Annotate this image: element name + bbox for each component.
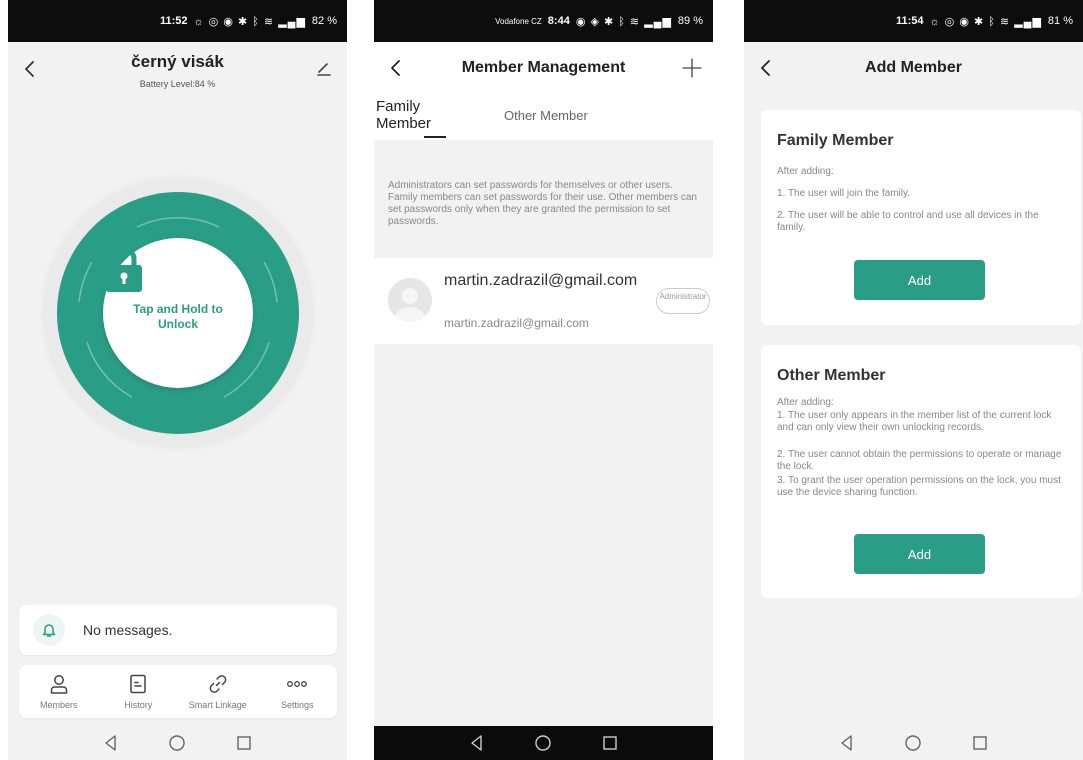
status-carrier: Vodafone CZ <box>495 16 542 26</box>
add-member-plus-icon[interactable] <box>681 57 703 79</box>
active-tab-indicator <box>424 136 446 138</box>
tab-history-label: History <box>124 700 153 710</box>
person-icon <box>50 675 67 694</box>
bell-icon <box>42 624 56 637</box>
nav-back-icon[interactable] <box>100 732 122 754</box>
status-battery: 89 % <box>677 15 703 27</box>
status-time: 11:52 <box>160 15 188 27</box>
member-management-header: Member Management <box>374 42 713 94</box>
member-tabs: Family Member Other Member <box>374 94 713 142</box>
status-time: 11:54 <box>896 15 924 27</box>
member-name: martin.zadrazil@gmail.com <box>444 272 638 289</box>
status-bar: 11:52 ☼ ◎ ◉ ✱ ᛒ ≋ ▂▄▆ 82 % <box>8 0 347 42</box>
bell-icon-wrap <box>33 614 65 646</box>
other-member-card: Other Member After adding: 1. The user o… <box>761 345 1081 598</box>
nav-home-icon[interactable] <box>166 732 188 754</box>
page-title: Add Member <box>865 59 962 76</box>
tab-members-label: Members <box>39 700 78 710</box>
link-icon <box>209 675 227 693</box>
add-family-member-button[interactable]: Add <box>854 260 985 300</box>
other-rule-2: 2. The user cannot obtain the permission… <box>777 449 1062 472</box>
avatar-placeholder-icon <box>388 278 432 322</box>
tab-other-member[interactable]: Other Member <box>504 108 588 123</box>
family-rule-2: 2. The user will be able to control and … <box>777 210 1039 233</box>
role-badge: Administrator <box>656 288 710 314</box>
other-after-adding: After adding: <box>777 397 834 408</box>
android-nav-bar <box>744 726 1083 760</box>
nav-home-icon[interactable] <box>902 732 924 754</box>
add-member-panel: 11:54 ☼ ◎ ◉ ✱ ᛒ ≋ ▂▄▆ 81 % Add Member Fa… <box>744 0 1083 760</box>
more-icon <box>287 681 308 687</box>
status-battery: 81 % <box>1047 15 1073 27</box>
member-list-item[interactable]: martin.zadrazil@gmail.com martin.zadrazi… <box>374 258 713 344</box>
unlock-button[interactable]: Tap and Hold to Unlock <box>103 238 253 388</box>
status-battery: 82 % <box>311 15 337 27</box>
tab-history[interactable]: History <box>99 665 179 718</box>
tab-settings-label: Settings <box>280 700 314 710</box>
add-other-member-button[interactable]: Add <box>854 534 985 574</box>
other-member-title: Other Member <box>777 367 886 384</box>
page-title: Member Management <box>461 59 626 76</box>
lock-header: černý visák Battery Level:84 % <box>8 42 347 102</box>
android-nav-bar <box>374 726 713 760</box>
battery-level: Battery Level:84 % <box>139 79 216 89</box>
bottom-tab-bar: Members History Smart Linkage Settings <box>19 665 337 718</box>
other-rule-3: 3. To grant the user operation permissio… <box>777 475 1061 498</box>
member-email: martin.zadrazil@gmail.com <box>444 316 589 330</box>
nav-home-icon[interactable] <box>532 732 554 754</box>
unlock-button-outer[interactable]: Tap and Hold to Unlock <box>43 178 313 448</box>
tab-family-member[interactable]: Family Member <box>376 98 446 132</box>
member-management-panel: Vodafone CZ 8:44 ◉ ◈ ✱ ᛒ ≋ ▂▄▆ 89 % Memb… <box>374 0 713 760</box>
status-time: 8:44 <box>547 15 570 27</box>
nav-back-icon[interactable] <box>466 732 488 754</box>
padlock-icon <box>106 246 142 292</box>
unlock-label: Tap and Hold to Unlock <box>133 302 223 331</box>
add-member-header: Add Member <box>744 42 1083 94</box>
family-rule-1: 1. The user will join the family. <box>777 188 911 199</box>
nav-recents-icon[interactable] <box>969 732 991 754</box>
edit-pencil-icon[interactable] <box>315 59 333 77</box>
status-icons: ☼ ◎ ◉ ✱ ᛒ ≋ ▂▄▆ <box>193 15 306 28</box>
tab-smart-linkage-label: Smart Linkage <box>188 700 247 710</box>
tab-members[interactable]: Members <box>19 665 99 718</box>
family-member-title: Family Member <box>777 132 894 149</box>
lock-screen-panel: 11:52 ☼ ◎ ◉ ✱ ᛒ ≋ ▂▄▆ 82 % černý visák B… <box>8 0 347 760</box>
status-bar: 11:54 ☼ ◎ ◉ ✱ ᛒ ≋ ▂▄▆ 81 % <box>744 0 1083 42</box>
status-icons: ☼ ◎ ◉ ✱ ᛒ ≋ ▂▄▆ <box>929 15 1042 28</box>
nav-back-icon[interactable] <box>836 732 858 754</box>
status-icons: ◉ ◈ ✱ ᛒ ≋ ▂▄▆ <box>575 15 672 28</box>
tab-settings[interactable]: Settings <box>258 665 338 718</box>
nav-recents-icon[interactable] <box>599 732 621 754</box>
permissions-info: Administrators can set passwords for the… <box>374 140 713 258</box>
document-icon <box>130 674 146 694</box>
android-nav-bar <box>8 726 347 760</box>
status-bar: Vodafone CZ 8:44 ◉ ◈ ✱ ᛒ ≋ ▂▄▆ 89 % <box>374 0 713 42</box>
family-after-adding: After adding: <box>777 166 834 177</box>
other-rule-1: 1. The user only appears in the member l… <box>777 410 1052 433</box>
nav-recents-icon[interactable] <box>233 732 255 754</box>
avatar <box>388 278 432 322</box>
messages-card[interactable]: No messages. <box>19 605 337 655</box>
tab-smart-linkage[interactable]: Smart Linkage <box>178 665 258 718</box>
device-title: černý visák <box>131 52 224 71</box>
family-member-card: Family Member After adding: 1. The user … <box>761 110 1081 325</box>
unlock-ring: Tap and Hold to Unlock <box>57 192 299 434</box>
messages-text: No messages. <box>83 622 173 638</box>
